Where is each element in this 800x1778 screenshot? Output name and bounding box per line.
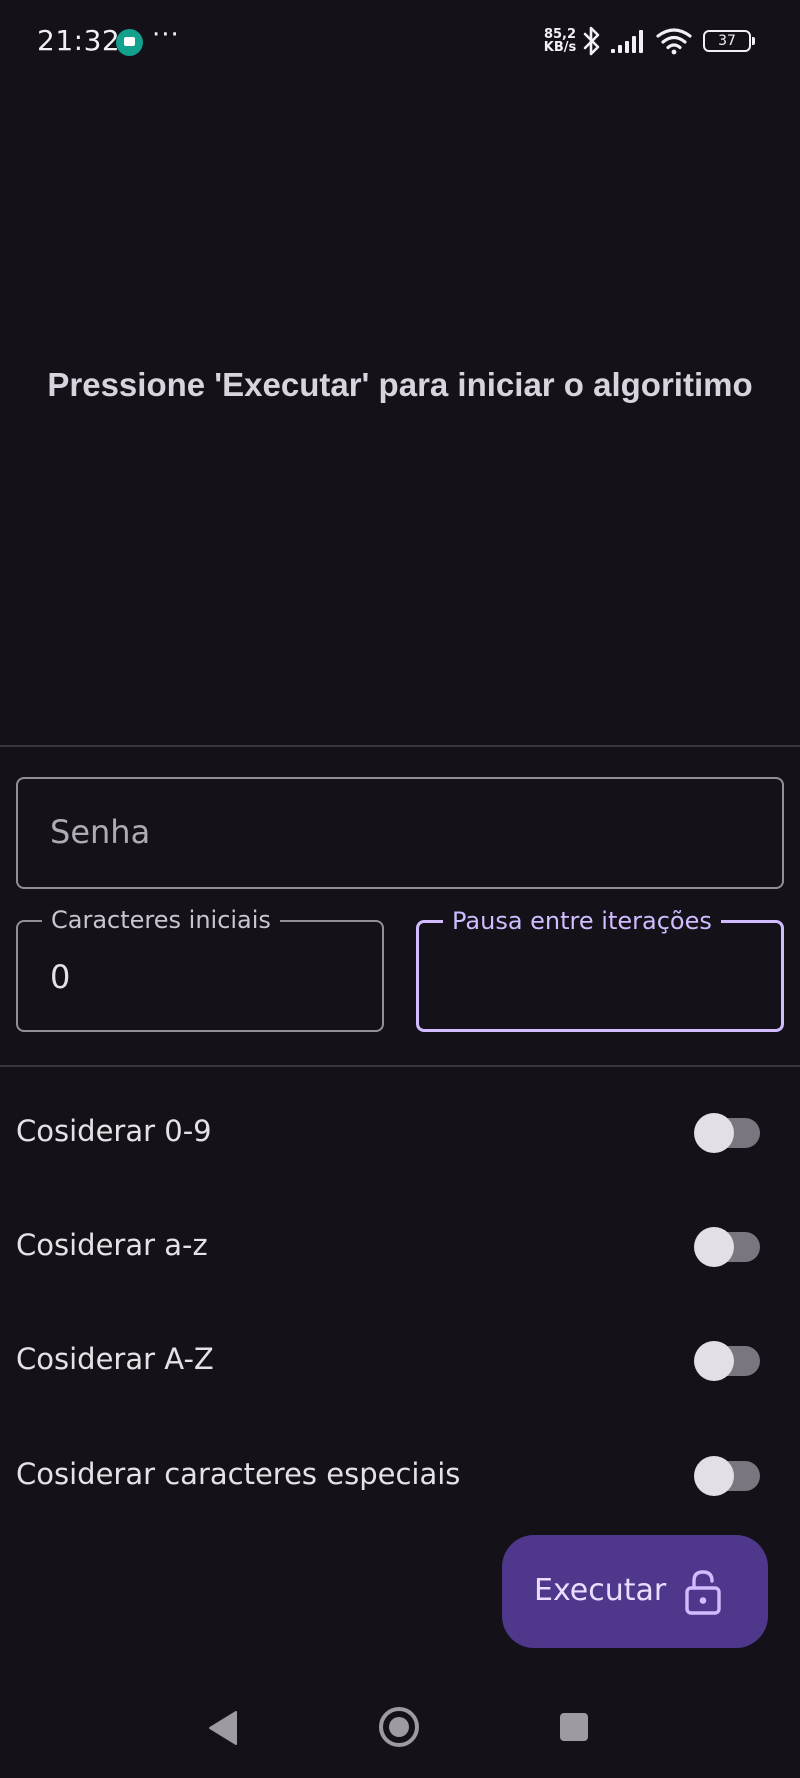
battery-icon: 37 xyxy=(703,30,755,52)
switch-thumb xyxy=(694,1227,734,1267)
run-prompt: Pressione 'Executar' para iniciar o algo… xyxy=(47,366,753,403)
network-speed-unit: KB/s xyxy=(543,40,577,55)
toggle-switch-digits[interactable] xyxy=(694,1113,760,1153)
toggle-switch-special[interactable] xyxy=(694,1456,760,1496)
top-divider xyxy=(0,745,800,747)
toggle-label-uppercase: Cosiderar A-Z xyxy=(16,1342,214,1376)
more-notifications-indicator: ··· xyxy=(152,20,180,50)
toggle-label-special: Cosiderar caracteres especiais xyxy=(16,1457,461,1491)
initial-characters-label: Caracteres iniciais xyxy=(42,905,280,935)
toggle-row-special: Cosiderar caracteres especiais xyxy=(0,1445,800,1505)
status-bar: 21:32 ··· 85,2 KB/s 37 xyxy=(0,0,800,86)
initial-characters-value: 0 xyxy=(50,958,71,996)
switch-thumb xyxy=(694,1341,734,1381)
toggle-switch-lowercase[interactable] xyxy=(694,1227,760,1267)
lock-open-icon xyxy=(685,1570,721,1615)
navigation-bar xyxy=(0,1690,800,1778)
switch-thumb xyxy=(694,1113,734,1153)
pause-between-iterations-field[interactable]: Pausa entre iterações xyxy=(416,906,784,1032)
toggle-label-lowercase: Cosiderar a-z xyxy=(16,1228,208,1262)
back-icon[interactable] xyxy=(208,1710,238,1746)
execute-button[interactable]: Executar xyxy=(502,1535,768,1648)
password-placeholder: Senha xyxy=(50,813,151,851)
battery-level: 37 xyxy=(718,33,736,49)
toggle-row-uppercase: Cosiderar A-Z xyxy=(0,1330,800,1390)
password-field[interactable]: Senha xyxy=(16,777,784,889)
form-divider xyxy=(0,1065,800,1067)
toggle-label-digits: Cosiderar 0-9 xyxy=(16,1114,212,1148)
switch-thumb xyxy=(694,1456,734,1496)
toggle-row-lowercase: Cosiderar a-z xyxy=(0,1216,800,1276)
home-icon[interactable] xyxy=(378,1706,420,1748)
recents-icon[interactable] xyxy=(559,1712,589,1742)
initial-characters-field[interactable]: Caracteres iniciais 0 xyxy=(16,905,384,1032)
bluetooth-icon xyxy=(583,26,600,56)
app-notification-icon xyxy=(116,29,143,56)
status-time: 21:32 xyxy=(37,24,121,57)
signal-icon xyxy=(611,30,643,53)
execute-button-label: Executar xyxy=(534,1573,667,1608)
network-speed: 85,2 KB/s xyxy=(542,28,578,54)
pause-between-iterations-label: Pausa entre iterações xyxy=(443,906,721,936)
toggle-switch-uppercase[interactable] xyxy=(694,1341,760,1381)
wifi-icon xyxy=(656,28,692,55)
toggle-row-digits: Cosiderar 0-9 xyxy=(0,1102,800,1162)
